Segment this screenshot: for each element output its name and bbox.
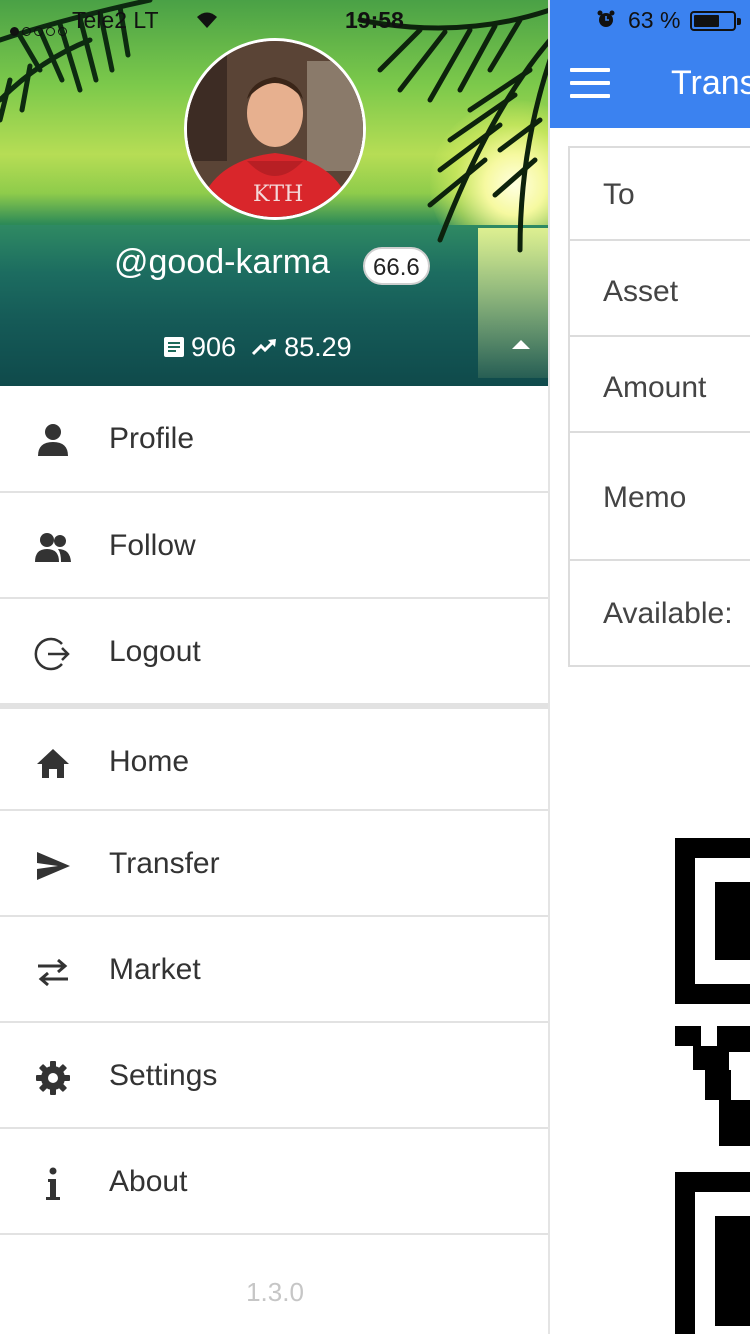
- info-icon: [46, 1167, 60, 1200]
- wifi-icon: [197, 12, 217, 28]
- status-bar-right: 63 %: [550, 0, 750, 40]
- username[interactable]: @good-karma: [114, 243, 330, 282]
- profile-header: Tele2 LT 19:58 KTH @good-karma 66.6 906 …: [0, 0, 548, 386]
- asset-label: Asset: [603, 275, 679, 308]
- menu-item-label: Settings: [109, 1059, 218, 1092]
- home-icon: [37, 749, 69, 778]
- qr-code: [675, 838, 750, 1334]
- to-label: To: [603, 178, 635, 211]
- battery-level: [694, 15, 719, 27]
- person-icon: [38, 424, 68, 456]
- trending-up-icon: [252, 339, 277, 356]
- status-time: 19:58: [345, 7, 404, 33]
- menu-item-about[interactable]: About: [0, 1129, 548, 1235]
- menu-item-market[interactable]: Market: [0, 917, 548, 1023]
- amount-label: Amount: [603, 371, 707, 404]
- menu-button[interactable]: [570, 68, 610, 98]
- gear-icon: [36, 1061, 70, 1095]
- menu-item-transfer[interactable]: Transfer: [0, 811, 548, 917]
- navigation-drawer: Tele2 LT 19:58 KTH @good-karma 66.6 906 …: [0, 0, 550, 1334]
- menu-item-label: Transfer: [109, 847, 220, 880]
- svg-text:KTH: KTH: [253, 182, 303, 207]
- amount-field[interactable]: Amount: [570, 337, 750, 433]
- available-row: Available:: [570, 561, 750, 665]
- menu-item-label: Logout: [109, 635, 201, 668]
- swap-arrows-icon: [38, 958, 68, 987]
- app-version: 1.3.0: [246, 1277, 304, 1307]
- posts-icon: [164, 337, 184, 357]
- menu-item-label: Follow: [109, 529, 196, 562]
- menu-item-profile[interactable]: Profile: [0, 386, 548, 493]
- menu-item-label: Profile: [109, 422, 195, 455]
- reputation-badge: 66.6: [363, 247, 430, 285]
- transfer-form: To Asset Amount Memo Available:: [568, 146, 750, 667]
- available-label: Available:: [603, 597, 733, 630]
- memo-label: Memo: [603, 481, 687, 514]
- battery-icon: [690, 11, 741, 31]
- menu-item-label: About: [109, 1165, 188, 1198]
- transfer-screen: 63 % Transfer To Asset Amount Memo Avail…: [550, 0, 750, 1334]
- app-header: 63 % Transfer: [550, 0, 750, 128]
- collapse-caret-icon[interactable]: [512, 340, 530, 349]
- asset-field[interactable]: Asset: [570, 241, 750, 337]
- send-icon: [37, 852, 70, 880]
- menu-item-label: Market: [109, 953, 201, 986]
- carrier-name: Tele2 LT: [72, 7, 159, 33]
- people-icon: [35, 533, 71, 562]
- alarm-icon: [597, 10, 615, 27]
- menu-item-logout[interactable]: Logout: [0, 599, 548, 705]
- menu-item-home[interactable]: Home: [0, 705, 548, 811]
- memo-field[interactable]: Memo: [570, 433, 750, 561]
- avatar[interactable]: KTH: [184, 38, 366, 220]
- page-title: Transfer: [671, 64, 750, 102]
- to-field[interactable]: To: [570, 148, 750, 241]
- status-bar-left: Tele2 LT 19:58: [0, 0, 548, 42]
- menu-item-label: Home: [109, 745, 190, 778]
- posts-count: 906: [191, 331, 237, 362]
- signal-dots-icon: [10, 15, 70, 42]
- menu-item-settings[interactable]: Settings: [0, 1023, 548, 1129]
- menu-item-follow[interactable]: Follow: [0, 493, 548, 599]
- drawer-menu: Profile Follow Logout Home Transfer Mark…: [0, 386, 548, 1235]
- avatar-photo-image: KTH: [187, 41, 363, 217]
- battery-percent: 63 %: [628, 7, 681, 33]
- profile-stats: 906 85.29: [163, 330, 368, 364]
- trend-value: 85.29: [284, 331, 352, 362]
- logout-icon: [34, 637, 70, 671]
